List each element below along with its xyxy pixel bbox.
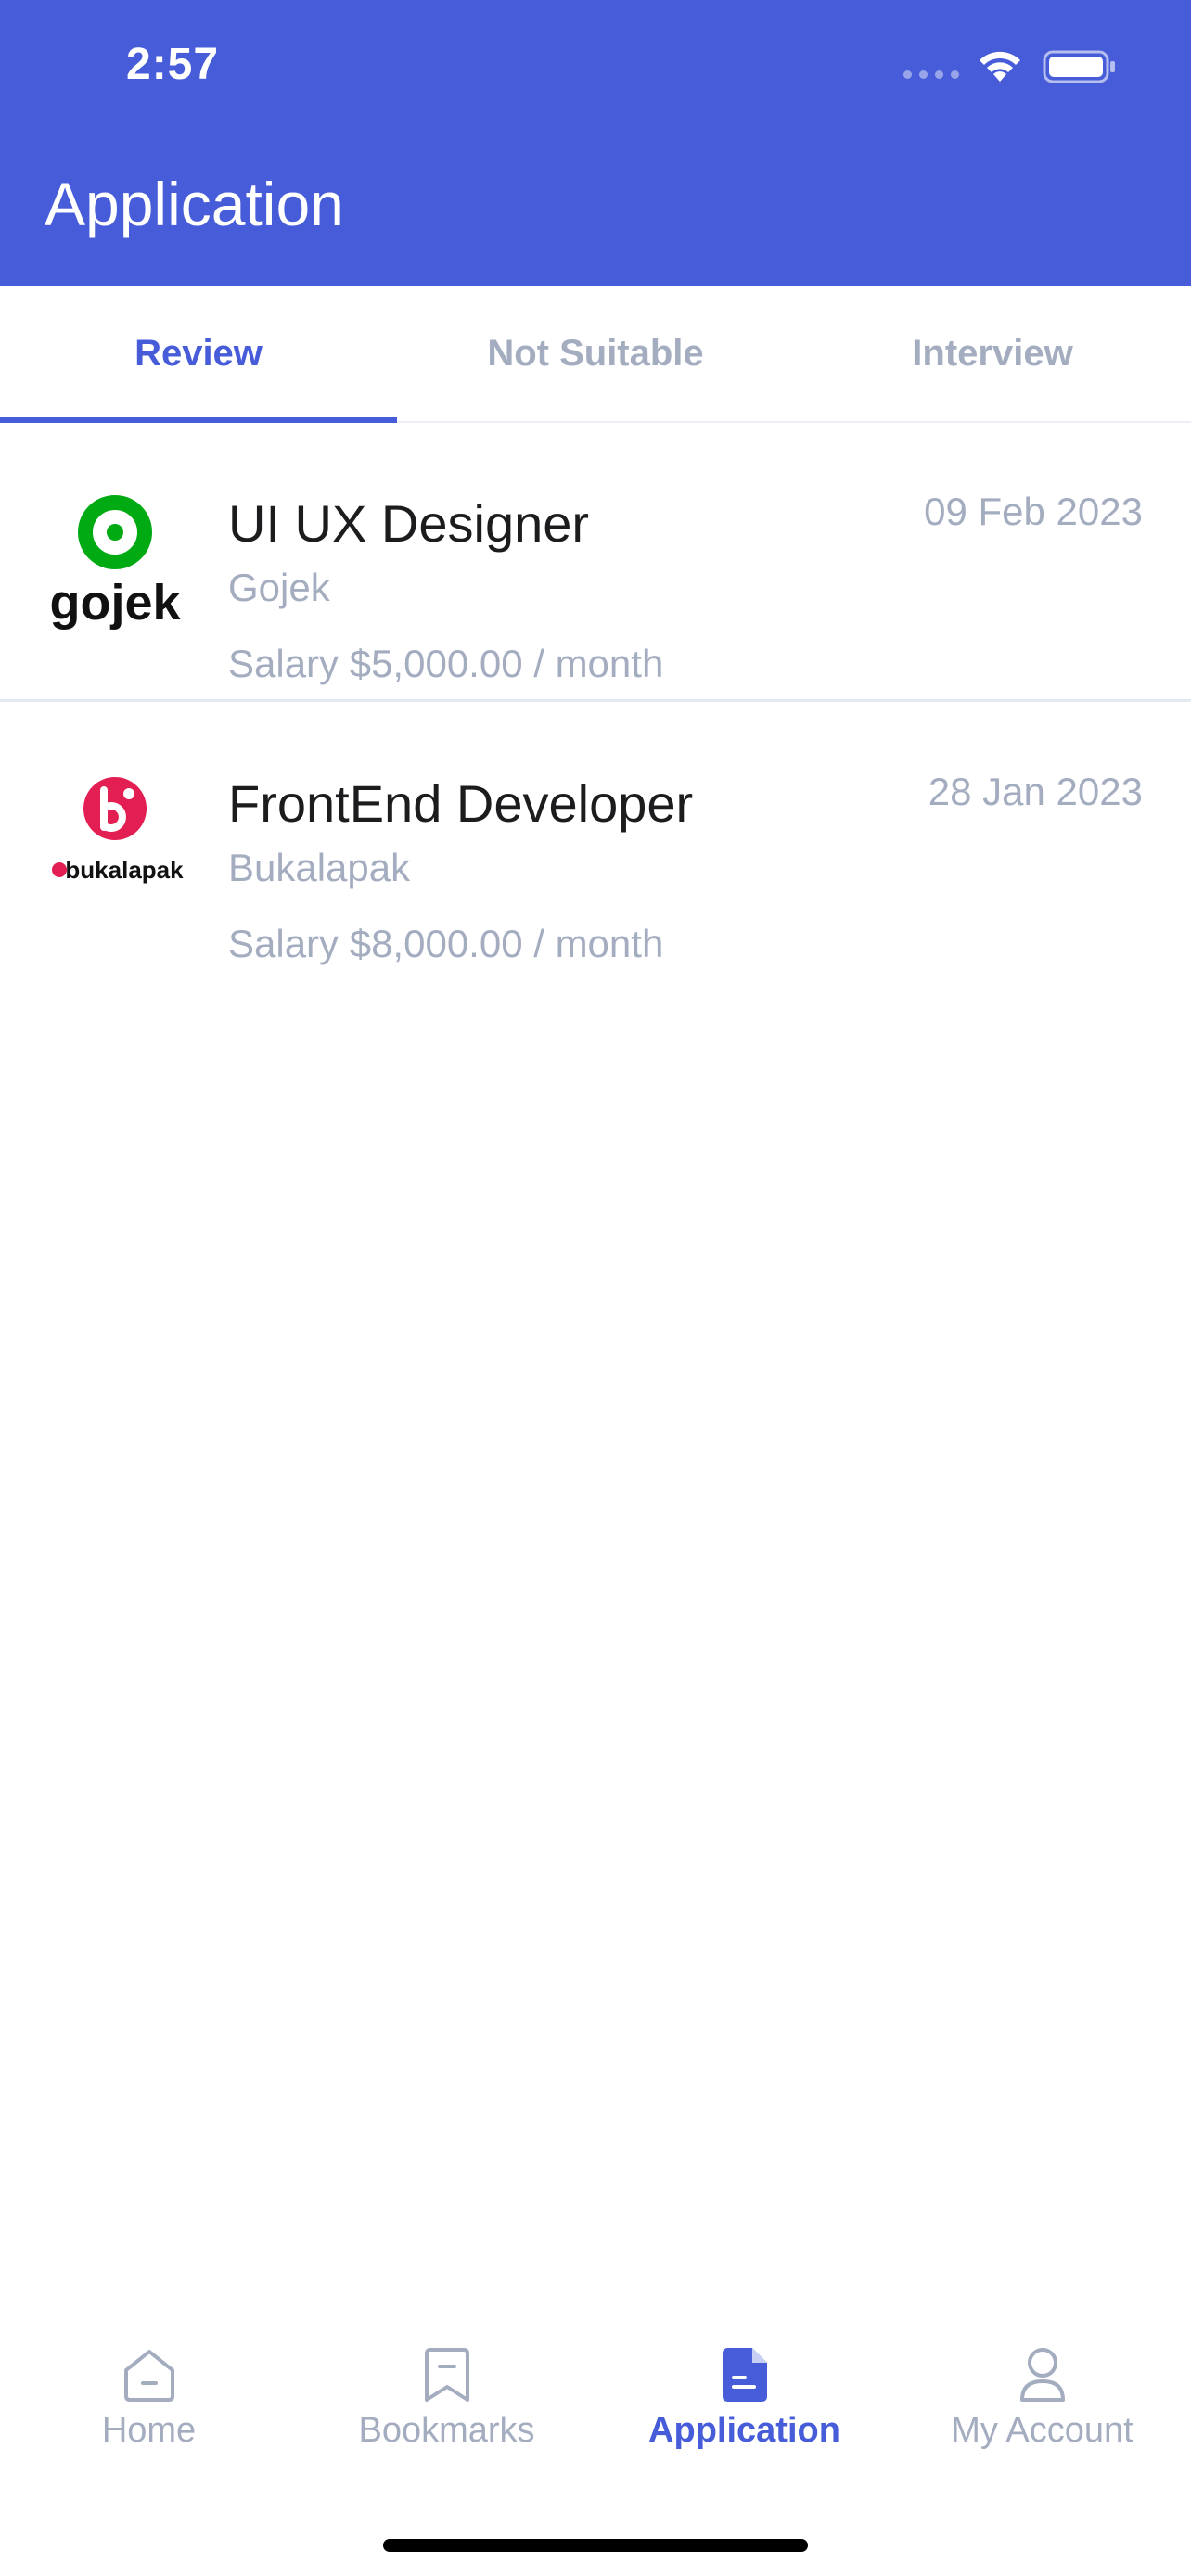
bukalapak-logo: bukalapak: [52, 777, 184, 884]
svg-text:gojek: gojek: [49, 575, 181, 631]
user-icon: [1019, 2348, 1065, 2402]
nav-label-home: Home: [101, 2411, 197, 2450]
svg-text:bukalapak: bukalapak: [65, 856, 184, 884]
nav-label-application: Application: [648, 2411, 840, 2450]
cellular-signal-icon: [903, 70, 959, 79]
app-header: 2:57 Application: [0, 0, 1191, 286]
nav-home[interactable]: Home: [0, 2318, 298, 2485]
battery-icon: [1043, 50, 1115, 83]
nav-label-bookmarks: Bookmarks: [358, 2411, 535, 2450]
application-tabs: Review Not Suitable Interview: [0, 286, 1191, 423]
gojek-logo: gojek: [49, 495, 181, 631]
job-title: UI UX Designer: [228, 494, 590, 553]
tab-review[interactable]: Review: [0, 286, 397, 423]
job-card[interactable]: gojek UI UX Designer Gojek Salary $5,000…: [0, 423, 1191, 702]
document-icon: [722, 2348, 767, 2402]
job-card[interactable]: bukalapak FrontEnd Developer Bukalapak S…: [0, 703, 1191, 979]
home-indicator[interactable]: [383, 2539, 808, 2552]
status-time: 2:57: [126, 40, 220, 89]
tab-not-suitable[interactable]: Not Suitable: [397, 286, 794, 421]
application-date: 09 Feb 2023: [924, 490, 1143, 533]
bottom-navigation: Home Bookmarks Application My Account: [0, 2318, 1191, 2485]
bookmark-icon: [424, 2348, 469, 2402]
nav-my-account[interactable]: My Account: [893, 2318, 1191, 2485]
home-icon: [123, 2350, 174, 2402]
nav-bookmarks[interactable]: Bookmarks: [298, 2318, 596, 2485]
salary-text: Salary $8,000.00 / month: [228, 922, 664, 965]
nav-label-my-account: My Account: [951, 2411, 1133, 2450]
page-title: Application: [45, 170, 344, 238]
salary-text: Salary $5,000.00 / month: [228, 642, 664, 685]
company-name: Gojek: [228, 566, 330, 609]
application-date: 28 Jan 2023: [928, 770, 1143, 813]
wifi-icon: [980, 51, 1020, 82]
job-title: FrontEnd Developer: [228, 774, 694, 833]
company-name: Bukalapak: [228, 846, 411, 889]
tab-interview[interactable]: Interview: [794, 286, 1191, 421]
nav-application[interactable]: Application: [596, 2318, 893, 2485]
